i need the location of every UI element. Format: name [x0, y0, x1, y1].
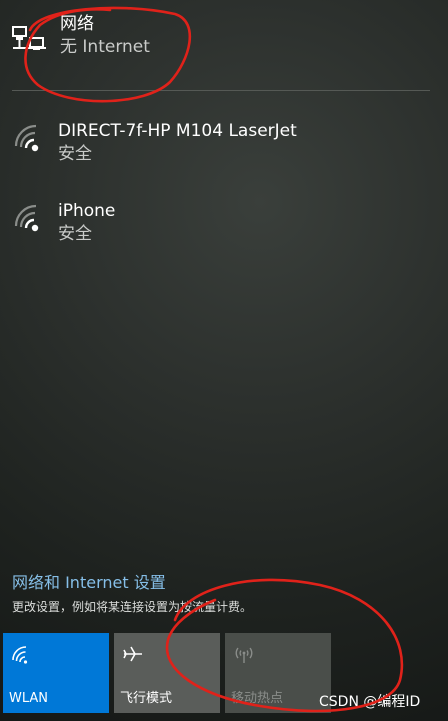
wifi-network-item[interactable]: DIRECT-7f-HP M104 LaserJet 安全	[0, 110, 448, 184]
divider	[12, 90, 430, 91]
wired-network-status: 无 Internet	[60, 37, 150, 57]
network-settings-description: 更改设置，例如将某连接设置为按流量计费。	[12, 600, 253, 614]
mobile-hotspot-tile[interactable]: 移动热点	[225, 633, 331, 713]
airplane-mode-tile[interactable]: 飞行模式	[114, 633, 220, 713]
network-settings-link[interactable]: 网络和 Internet 设置	[12, 572, 166, 594]
wifi-security-status: 安全	[58, 144, 92, 164]
wifi-network-name: DIRECT-7f-HP M104 LaserJet	[58, 121, 297, 141]
wifi-network-name: iPhone	[58, 201, 116, 221]
wlan-tile-label: WLAN	[9, 691, 49, 706]
airplane-tile-label: 飞行模式	[120, 691, 173, 706]
wired-network-name: 网络	[60, 14, 94, 34]
hotspot-tile-label: 移动热点	[231, 691, 284, 706]
airplane-icon	[122, 643, 144, 665]
wired-network-item[interactable]: 网络 无 Internet	[0, 0, 448, 88]
wifi-secured-icon	[14, 122, 46, 154]
wifi-icon	[11, 643, 33, 665]
wifi-security-status: 安全	[58, 224, 92, 244]
wifi-secured-icon	[14, 202, 46, 234]
wifi-network-item[interactable]: iPhone 安全	[0, 190, 448, 264]
watermark: CSDN @编程ID	[319, 694, 421, 710]
ethernet-icon	[12, 26, 48, 52]
wlan-toggle-tile[interactable]: WLAN	[3, 633, 109, 713]
hotspot-icon	[233, 643, 255, 665]
